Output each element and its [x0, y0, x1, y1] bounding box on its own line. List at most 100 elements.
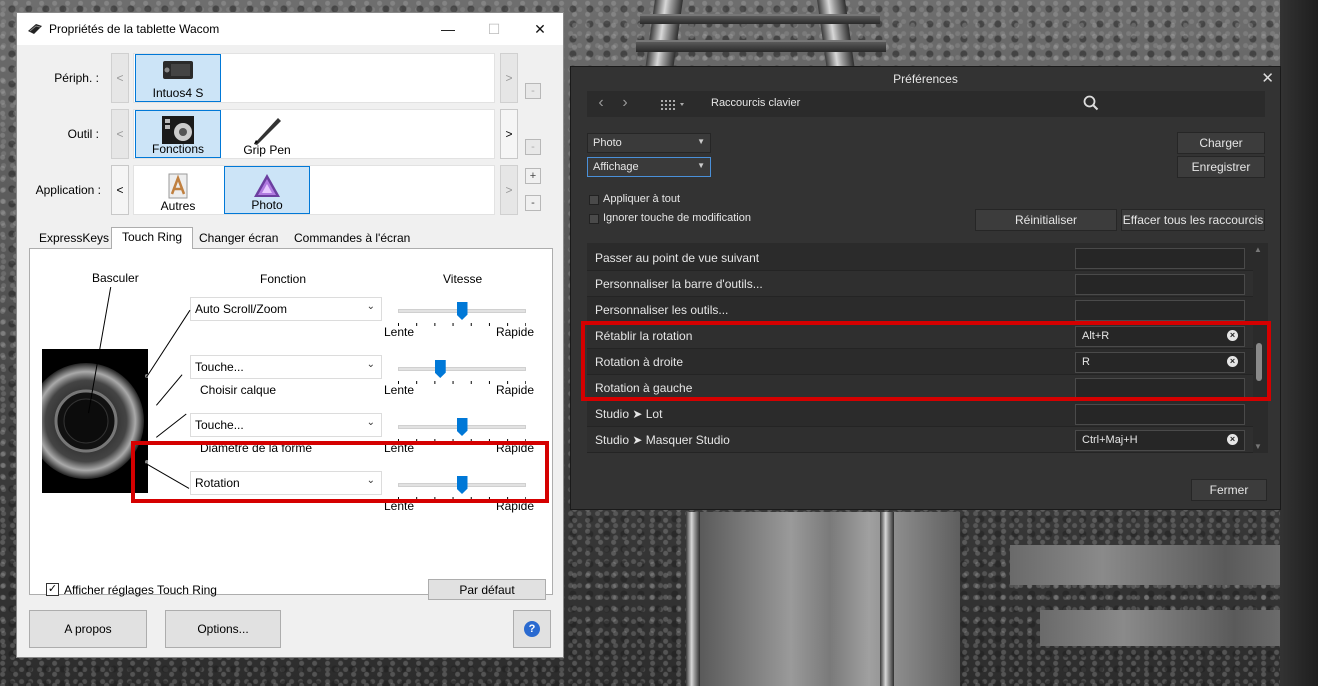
function-dropdown-3[interactable]: Touche... ⌄: [190, 413, 382, 437]
slow-label: Lente: [384, 325, 415, 339]
wacom-window-title: Propriétés de la tablette Wacom: [49, 22, 220, 36]
about-button[interactable]: A propos: [29, 610, 147, 648]
tool-scroll-left[interactable]: <: [111, 109, 129, 159]
app-scroll-right[interactable]: >: [500, 165, 518, 215]
options-button[interactable]: Options...: [165, 610, 281, 648]
app-remove-button[interactable]: -: [525, 195, 541, 211]
shortcut-field[interactable]: [1075, 300, 1245, 321]
fast-label: Rapide: [495, 325, 534, 339]
chevron-down-icon: ▼: [697, 137, 705, 146]
device-scroll-right[interactable]: >: [500, 53, 518, 103]
chevron-down-icon: ▼: [697, 161, 705, 170]
tool-tile-label: Grip Pen: [243, 143, 291, 157]
wacom-app-icon: [27, 22, 43, 36]
tab-change-screen[interactable]: Changer écran: [189, 229, 288, 249]
help-icon: ?: [524, 621, 540, 637]
preferences-toolbar: ‹ › Raccourcis clavier: [587, 91, 1265, 117]
shortcut-field[interactable]: Ctrl+Maj+H ×: [1075, 430, 1245, 451]
tab-touch-ring[interactable]: Touch Ring: [111, 227, 194, 250]
ignore-modifier-checkbox[interactable]: [589, 214, 599, 224]
shortcut-field[interactable]: [1075, 274, 1245, 295]
function-dropdown-2[interactable]: Touche... ⌄: [190, 355, 382, 379]
search-icon[interactable]: [1083, 95, 1099, 114]
slider-thumb[interactable]: [456, 418, 468, 436]
list-item[interactable]: Studio ➤ Lot: [587, 401, 1253, 427]
touch-ring-panel: Basculer Fonction Vitesse Auto Scroll/Zo…: [28, 249, 553, 600]
grid-menu-icon[interactable]: [661, 99, 687, 113]
minimize-button[interactable]: —: [425, 13, 471, 45]
preferences-window: Préférences ✕ ‹ › Raccourcis clavier Pho…: [570, 66, 1281, 510]
speed-slider-2[interactable]: Lente Rapide: [384, 357, 534, 397]
tab-onscreen-controls[interactable]: Commandes à l'écran: [284, 229, 420, 249]
save-button[interactable]: Enregistrer: [1177, 156, 1265, 178]
tool-label: Outil :: [67, 127, 99, 141]
tool-tile-functions[interactable]: Fonctions: [135, 110, 221, 158]
load-button[interactable]: Charger: [1177, 132, 1265, 154]
tool-remove-button[interactable]: -: [525, 139, 541, 155]
device-scroll-left[interactable]: <: [111, 53, 129, 103]
show-settings-checkbox[interactable]: ✓: [46, 583, 59, 596]
section-title: Raccourcis clavier: [711, 97, 801, 109]
close-preferences-button[interactable]: Fermer: [1191, 479, 1267, 501]
fast-label: Rapide: [495, 383, 534, 397]
shortcut-key: Ctrl+Maj+H: [1082, 434, 1138, 446]
shortcut-field[interactable]: [1075, 404, 1245, 425]
list-item[interactable]: Studio ➤ Masquer Studio Ctrl+Maj+H ×: [587, 427, 1253, 453]
apply-all-label: Appliquer à tout: [603, 193, 681, 205]
maximize-button[interactable]: ☐: [471, 13, 517, 45]
device-tile-intuos4[interactable]: Intuos4 S: [135, 54, 221, 102]
toggle-column-header: Basculer: [92, 271, 139, 285]
app-tile-photo[interactable]: Photo: [224, 166, 310, 214]
wacom-properties-window: Propriétés de la tablette Wacom — ☐ ✕ Pé…: [16, 12, 564, 658]
function-dropdown-value: Touche...: [195, 418, 244, 432]
app-tile-label: Photo: [251, 198, 283, 212]
rotation-highlight: [131, 441, 549, 503]
show-settings-label: Afficher réglages Touch Ring: [64, 583, 217, 597]
subcategory-dropdown[interactable]: Affichage ▼: [587, 157, 711, 177]
chevron-down-icon: ⌄: [366, 417, 375, 428]
close-button[interactable]: ✕: [517, 13, 563, 45]
tablet-icon: [162, 59, 194, 84]
speed-slider-1[interactable]: Lente Rapide: [384, 299, 534, 339]
tool-scroll-right[interactable]: >: [500, 109, 518, 159]
app-scroll-left[interactable]: <: [111, 165, 129, 215]
wacom-titlebar: Propriétés de la tablette Wacom — ☐ ✕: [17, 13, 563, 45]
list-item[interactable]: Personnaliser la barre d'outils...: [587, 271, 1253, 297]
settings-tabs: ExpressKeys Touch Ring Changer écran Com…: [29, 227, 553, 250]
list-item[interactable]: Personnaliser les outils...: [587, 297, 1253, 323]
function-dropdown-value: Auto Scroll/Zoom: [195, 302, 288, 316]
category-dropdown[interactable]: Photo ▼: [587, 133, 711, 153]
shortcut-field[interactable]: [1075, 248, 1245, 269]
scroll-up-icon[interactable]: ▲: [1254, 245, 1262, 254]
clear-all-button[interactable]: Effacer tous les raccourcis: [1121, 209, 1265, 231]
clear-shortcut-icon[interactable]: ×: [1227, 434, 1238, 445]
default-button[interactable]: Par défaut: [428, 579, 546, 600]
device-remove-button[interactable]: -: [525, 83, 541, 99]
tool-tile-grip-pen[interactable]: Grip Pen: [224, 110, 310, 158]
tool-strip: Fonctions Grip Pen: [133, 109, 495, 159]
app-tile-others[interactable]: Autres: [135, 166, 221, 214]
tool-tile-label: Fonctions: [151, 142, 205, 156]
chevron-down-icon: ⌄: [366, 301, 375, 312]
device-tile-label: Intuos4 S: [152, 86, 204, 100]
chevron-down-icon: ⌄: [366, 359, 375, 370]
help-button[interactable]: ?: [513, 610, 551, 648]
shortcut-name: Personnaliser les outils...: [595, 303, 729, 317]
function-column-header: Fonction: [260, 272, 307, 286]
scroll-down-icon[interactable]: ▼: [1254, 442, 1262, 451]
function-dropdown-1[interactable]: Auto Scroll/Zoom ⌄: [190, 297, 382, 321]
forward-button[interactable]: ›: [613, 92, 637, 116]
back-button[interactable]: ‹: [589, 92, 613, 116]
leader-line-1: [146, 309, 191, 378]
application-label: Application :: [35, 183, 101, 197]
slider-thumb[interactable]: [434, 360, 446, 378]
list-item[interactable]: Passer au point de vue suivant: [587, 245, 1253, 271]
rotation-shortcuts-highlight: [581, 321, 1271, 401]
close-icon[interactable]: ✕: [1261, 69, 1274, 87]
app-add-button[interactable]: +: [525, 168, 541, 184]
apply-all-checkbox[interactable]: [589, 195, 599, 205]
reset-button[interactable]: Réinitialiser: [975, 209, 1117, 231]
tab-expresskeys[interactable]: ExpressKeys: [29, 229, 119, 249]
shortcut-name: Passer au point de vue suivant: [595, 251, 760, 265]
slider-thumb[interactable]: [456, 302, 468, 320]
